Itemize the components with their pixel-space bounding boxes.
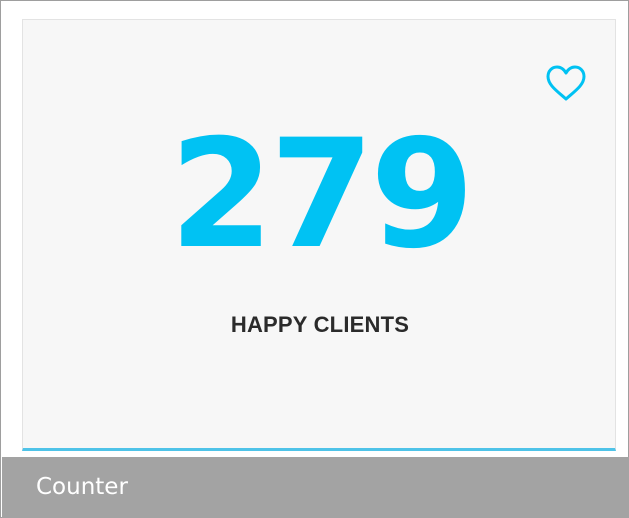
counter-card: 279 HAPPY CLIENTS [22, 19, 616, 451]
widget-caption: Counter [36, 474, 128, 500]
counter-value: 279 [169, 108, 474, 282]
counter-label: HAPPY CLIENTS [230, 312, 410, 337]
heart-icon [545, 64, 587, 104]
widget-caption-bar: Counter [2, 457, 629, 518]
widget-preview-frame: 279 HAPPY CLIENTS Counter [0, 0, 629, 518]
